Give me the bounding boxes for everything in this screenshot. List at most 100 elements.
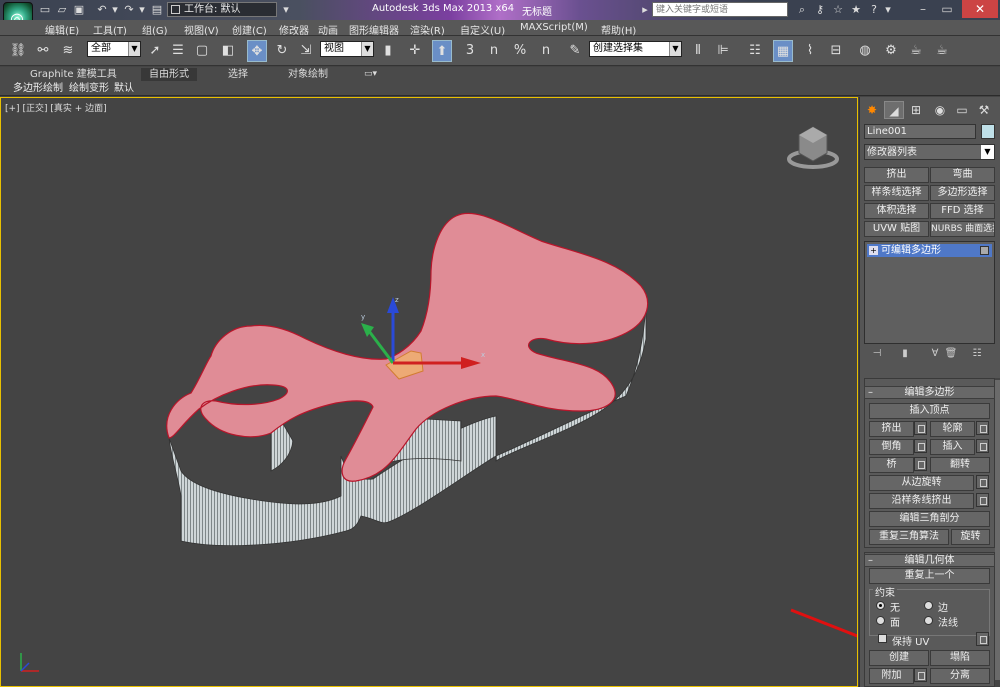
curve-editor-icon[interactable]: ⌇ [800,40,820,62]
bind-space-warp-icon[interactable]: ≋ [58,40,78,62]
attach-settings-icon[interactable] [914,668,927,682]
communication-star-icon[interactable]: ☆ [831,3,845,16]
mirror-icon[interactable]: ⫴ [688,40,708,62]
stack-item-toggle[interactable] [980,246,989,255]
snaps-toggle-icon[interactable]: 3 [460,40,480,62]
constraint-edge-radio[interactable] [924,601,933,610]
render-production-icon[interactable]: ☕ [932,40,952,62]
constraint-face-radio[interactable] [876,616,885,625]
edit-triangulation-button[interactable]: 编辑三角剖分 [869,511,990,527]
motion-tab-icon[interactable]: ◉ [930,101,950,119]
edit-named-selection-icon[interactable]: ✎ [565,40,585,62]
selection-filter-dropdown[interactable]: 全部 ▼ [87,41,141,57]
subtab-defaults[interactable]: 默认 [114,82,134,95]
bevel-button[interactable]: 倒角 [869,439,914,455]
save-icon[interactable]: ▣ [72,3,86,16]
undo-icon[interactable]: ↶ [95,3,109,16]
hinge-settings-icon[interactable] [976,475,989,489]
select-and-scale-icon[interactable]: ⇲ [296,40,316,62]
subtab-poly-draw[interactable]: 多边形绘制 [13,82,63,95]
nurbs-surface-select-button[interactable]: NURBS 曲面选择 [930,221,995,237]
help-question-icon[interactable]: ? [867,3,881,16]
select-and-move-icon[interactable]: ✥ [247,40,267,62]
uvw-map-button[interactable]: UVW 贴图 [864,221,929,237]
utilities-tab-icon[interactable]: ⚒ [974,101,994,119]
named-selection-set-dropdown[interactable]: 创建选择集 ▼ [589,41,682,57]
constraint-none-radio[interactable] [876,601,885,610]
subtab-paint-deform[interactable]: 绘制变形 [69,82,109,95]
menu-group[interactable]: 组(G) [142,22,168,37]
rollout-edit-polygons-header[interactable]: – 编辑多边形 [864,386,995,399]
bridge-settings-icon[interactable] [914,457,927,471]
vol-select-button[interactable]: 体积选择 [864,203,929,219]
menu-customize[interactable]: 自定义(U) [460,22,505,37]
attach-button[interactable]: 附加 [869,668,914,684]
layer-manager-icon[interactable]: ☷ [745,40,765,62]
menu-views[interactable]: 视图(V) [184,22,219,37]
binoculars-icon[interactable]: ⌕ [795,3,809,16]
keyboard-shortcut-override-icon[interactable]: ⬆ [432,40,452,62]
material-editor-icon[interactable]: ◍ [855,40,875,62]
show-end-result-icon[interactable]: ▮ [898,347,912,361]
workspace-dropdown[interactable]: 工作台: 默认 [167,2,277,17]
workspace-arrow-icon[interactable]: ▾ [279,3,293,16]
repeat-last-button[interactable]: 重复上一个 [869,568,990,584]
new-file-icon[interactable]: ▭ [38,3,52,16]
redo-icon[interactable]: ↷ [122,3,136,16]
window-crossing-icon[interactable]: ◧ [218,40,238,62]
favorites-star-icon[interactable]: ★ [849,3,863,16]
rectangular-selection-icon[interactable]: ▢ [192,40,212,62]
menu-rendering[interactable]: 渲染(R) [410,22,445,37]
close-button[interactable]: ✕ [962,0,998,18]
reference-coordinate-dropdown[interactable]: 视图 ▼ [320,41,374,57]
restore-button[interactable]: ▭ [936,0,958,18]
bridge-button[interactable]: 桥 [869,457,914,473]
ffd-select-button[interactable]: FFD 选择 [930,203,995,219]
pin-stack-icon[interactable]: ⊣ [870,347,884,361]
undo-dropdown-icon[interactable]: ▾ [108,3,122,16]
extrude-settings-icon[interactable] [914,421,927,435]
extruded-shape-top-face[interactable] [166,212,649,482]
menu-create[interactable]: 创建(C) [232,22,267,37]
ribbon-options-icon[interactable]: ▭▾ [364,68,377,81]
tab-object-paint[interactable]: 对象绘制 [288,68,328,81]
select-object-icon[interactable]: ➚ [145,40,165,62]
command-panel-scrollbar[interactable] [995,378,1000,687]
create-button[interactable]: 创建 [869,650,929,666]
object-color-swatch[interactable] [981,124,995,139]
select-and-rotate-icon[interactable]: ↻ [272,40,292,62]
minimize-button[interactable]: – [912,0,934,18]
menu-tools[interactable]: 工具(T) [93,22,127,37]
retriangulate-button[interactable]: 重复三角算法 [869,529,949,545]
configure-modifier-sets-icon[interactable]: ☷ [970,347,984,361]
constraint-normal-radio[interactable] [924,616,933,625]
extrude-spline-settings-icon[interactable] [976,493,989,507]
percent-snap-icon[interactable]: % [510,40,530,62]
graphite-toggle-icon[interactable]: ▦ [773,40,793,62]
create-tab-icon[interactable]: ✸ [862,101,882,119]
turn-button[interactable]: 旋转 [951,529,990,545]
viewport-orthographic[interactable]: [+] [正交] [真实 + 边面] z y x [0,97,858,687]
unlink-icon[interactable]: ⚯ [33,40,53,62]
spinner-snap-icon[interactable]: n [536,40,556,62]
menu-edit[interactable]: 编辑(E) [45,22,79,37]
open-file-icon[interactable]: ▱ [55,3,69,16]
info-center-arrow-icon[interactable]: ▸ [638,3,652,16]
preserve-uv-checkbox[interactable] [878,634,887,643]
outline-settings-icon[interactable] [976,421,989,435]
menu-maxscript[interactable]: MAXScript(M) [520,22,588,33]
poly-select-button[interactable]: 多边形选择 [930,185,995,201]
redo-dropdown-icon[interactable]: ▾ [135,3,149,16]
render-setup-icon[interactable]: ⚙ [881,40,901,62]
scrollbar-thumb[interactable] [995,380,1000,680]
menu-help[interactable]: 帮助(H) [601,22,636,37]
tab-selection[interactable]: 选择 [228,68,248,81]
pivot-center-icon[interactable]: ▮ [378,40,398,62]
extrude-button[interactable]: 挤出 [869,421,914,437]
viewcube[interactable] [787,126,839,169]
object-name-field[interactable]: Line001 [864,124,976,139]
menu-animation[interactable]: 动画 [318,22,338,37]
detach-button[interactable]: 分离 [930,668,990,684]
extrude-along-spline-button[interactable]: 沿样条线挤出 [869,493,974,509]
angle-snap-icon[interactable]: n [484,40,504,62]
